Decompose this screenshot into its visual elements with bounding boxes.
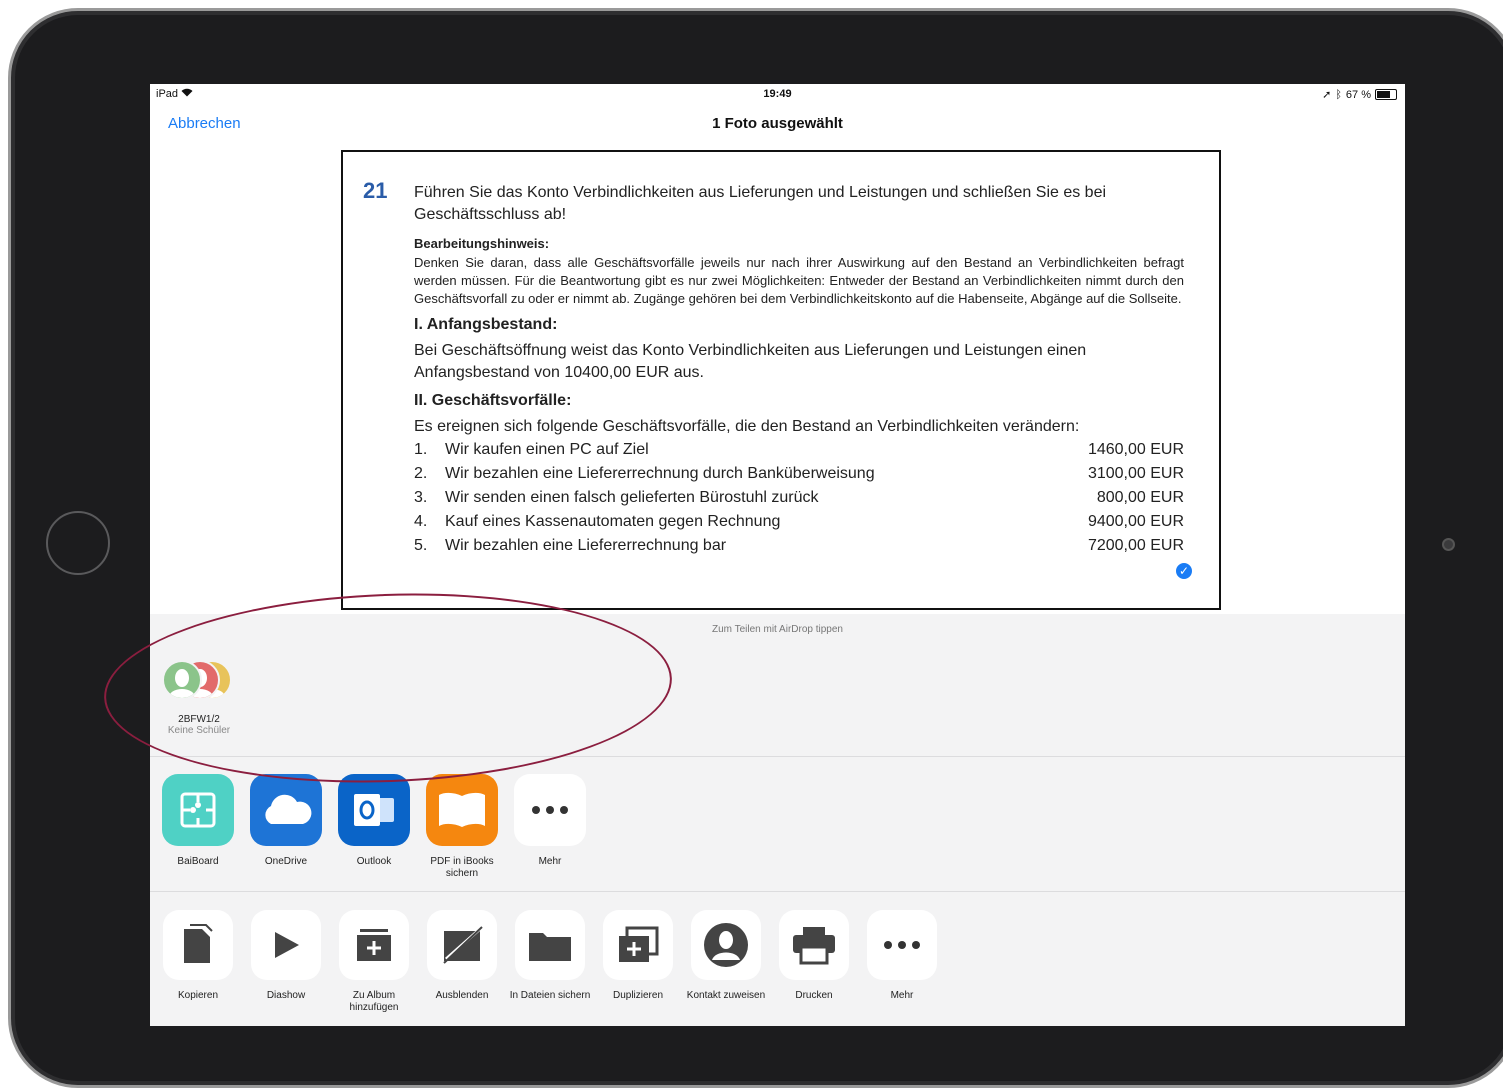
print-icon	[779, 910, 849, 980]
transaction-amount: 9400,00 EUR	[1087, 513, 1184, 530]
transaction-label: Kauf eines Kassenautomaten gegen Rechnun…	[445, 513, 781, 530]
section2-title: II. Geschäftsvorfälle:	[414, 392, 572, 409]
share-app-outlook[interactable]: Outlook	[330, 774, 418, 880]
app-row: BaiBoard OneDrive Outlook PDF in iBooks sic…	[154, 774, 1405, 880]
screen: iPad 19:49 ➚ ᛒ 67 % Abbrechen 1 Foto aus…	[150, 84, 1405, 1026]
camera-icon	[1442, 538, 1455, 551]
status-time: 19:49	[763, 88, 792, 100]
cloud-icon	[250, 774, 322, 846]
action-duplizieren[interactable]: Duplizieren	[594, 910, 682, 1014]
action-ausblenden[interactable]: Ausblenden	[418, 910, 506, 1014]
transaction-number: 4.	[414, 513, 428, 530]
airdrop-contact[interactable]: 2BFW1/2 Keine Schüler	[160, 656, 238, 736]
hide-icon	[427, 910, 497, 980]
book-icon	[426, 774, 498, 846]
hint-title: Bearbeitungshinweis:	[414, 236, 550, 251]
action-label: Diashow	[266, 990, 306, 1001]
hint-text: Denken Sie daran, dass alle Geschäftsvor…	[414, 255, 1184, 306]
share-app-onedrive[interactable]: OneDrive	[242, 774, 330, 880]
transaction-amount: 7200,00 EUR	[1087, 537, 1184, 554]
transaction-number: 1.	[414, 441, 428, 458]
more-icon	[514, 774, 586, 846]
action-drucken[interactable]: Drucken	[770, 910, 858, 1014]
transaction-amount: 800,00 EUR	[1096, 489, 1184, 506]
share-app-mehr[interactable]: Mehr	[506, 774, 594, 880]
bluetooth-icon: ᛒ	[1335, 88, 1342, 101]
action-label: Kopieren	[177, 990, 219, 1001]
transaction-row: 3. Wir senden einen falsch gelieferten Bü…	[414, 486, 1184, 510]
transaction-number: 5.	[414, 537, 428, 554]
action-diashow[interactable]: Diashow	[242, 910, 330, 1014]
status-right: ➚ ᛒ 67 %	[1322, 88, 1397, 101]
avatar	[162, 660, 202, 700]
contact-name: 2BFW1/2	[178, 714, 220, 725]
play-icon	[251, 910, 321, 980]
action-label: Mehr	[890, 990, 914, 1001]
transaction-label: Wir senden einen falsch gelieferten Büro…	[445, 489, 819, 506]
add-album-icon	[339, 910, 409, 980]
transaction-number: 2.	[414, 465, 428, 482]
app-label: BaiBoard	[177, 856, 219, 867]
selected-check-icon[interactable]: ✓	[1174, 561, 1194, 581]
contact-avatar-group	[160, 656, 238, 704]
transaction-label: Wir bezahlen eine Liefererrechnung bar	[445, 537, 727, 554]
photo-document[interactable]: 21 Führen Sie das Konto Verbindlichkeite…	[341, 150, 1221, 610]
photo-preview: 21 Führen Sie das Konto Verbindlichkeite…	[150, 144, 1405, 614]
action-kopieren[interactable]: Kopieren	[154, 910, 242, 1014]
share-app-baiboard[interactable]: BaiBoard	[154, 774, 242, 880]
divider	[150, 891, 1405, 892]
contact-subtitle: Keine Schüler	[167, 725, 231, 736]
folder-icon	[515, 910, 585, 980]
document-body: Führen Sie das Konto Verbindlichkeiten a…	[414, 182, 1184, 558]
app-label: OneDrive	[264, 856, 308, 867]
copy-icon	[163, 910, 233, 980]
transaction-row: 2. Wir bezahlen eine Liefererrechnung dur…	[414, 462, 1184, 486]
action-row: Kopieren Diashow Zu Album hinzufügen Ausble…	[154, 910, 1405, 1014]
more-icon	[867, 910, 937, 980]
app-label: Outlook	[356, 856, 392, 867]
action-in-dateien-sichern[interactable]: In Dateien sichern	[506, 910, 594, 1014]
action-label: Drucken	[795, 990, 833, 1001]
transaction-row: 1. Wir kaufen einen PC auf Ziel 1460,00 EU…	[414, 438, 1184, 462]
app-label: Mehr	[538, 856, 562, 867]
share-app-pdf-in-ibooks-sichern[interactable]: PDF in iBooks sichern	[418, 774, 506, 880]
divider	[150, 756, 1405, 757]
transaction-amount: 1460,00 EUR	[1087, 441, 1184, 458]
app-label: PDF in iBooks sichern	[430, 856, 494, 879]
transaction-number: 3.	[414, 489, 428, 506]
transaction-row: 4. Kauf eines Kassenautomaten gegen Rechn…	[414, 510, 1184, 534]
transaction-row: 5. Wir bezahlen eine Liefererrechnung bar…	[414, 534, 1184, 558]
transaction-list: 1. Wir kaufen einen PC auf Ziel 1460,00 EU…	[414, 438, 1184, 558]
location-icon: ➚	[1322, 89, 1332, 101]
action-label: In Dateien sichern	[509, 990, 591, 1001]
action-label: Ausblenden	[435, 990, 489, 1001]
action-label: Kontakt zuweisen	[686, 990, 766, 1001]
action-mehr[interactable]: Mehr	[858, 910, 946, 1014]
navigation-bar: Abbrechen 1 Foto ausgewählt	[150, 106, 1405, 144]
document-heading: Führen Sie das Konto Verbindlichkeiten a…	[414, 184, 1107, 223]
action-label: Duplizieren	[612, 990, 664, 1001]
transaction-label: Wir kaufen einen PC auf Ziel	[445, 441, 649, 458]
home-button[interactable]	[46, 511, 110, 575]
section1-text: Bei Geschäftsöffnung weist das Konto Ver…	[414, 342, 1087, 381]
contact-icon	[691, 910, 761, 980]
share-sheet: Zum Teilen mit AirDrop tippen 2BFW1/2 Ke…	[150, 614, 1405, 1026]
outlook-icon	[338, 774, 410, 846]
action-zu-album-hinzufügen[interactable]: Zu Album hinzufügen	[330, 910, 418, 1014]
exercise-number: 21	[363, 178, 388, 203]
airdrop-hint: Zum Teilen mit AirDrop tippen	[712, 624, 843, 635]
status-bar: iPad 19:49 ➚ ᛒ 67 %	[150, 84, 1405, 106]
action-label: Zu Album hinzufügen	[349, 990, 399, 1013]
duplicate-icon	[603, 910, 673, 980]
battery-icon	[1375, 89, 1397, 100]
transaction-amount: 3100,00 EUR	[1087, 465, 1184, 482]
transaction-label: Wir bezahlen eine Liefererrechnung durch…	[445, 465, 875, 482]
nav-title: 1 Foto ausgewählt	[712, 115, 843, 132]
puzzle-icon	[162, 774, 234, 846]
section2-intro: Es ereignen sich folgende Geschäftsvorfä…	[414, 418, 1080, 435]
action-kontakt-zuweisen[interactable]: Kontakt zuweisen	[682, 910, 770, 1014]
section1-title: I. Anfangsbestand:	[414, 316, 558, 333]
battery-fill	[1377, 91, 1391, 98]
battery-percent: 67 %	[1345, 88, 1371, 101]
